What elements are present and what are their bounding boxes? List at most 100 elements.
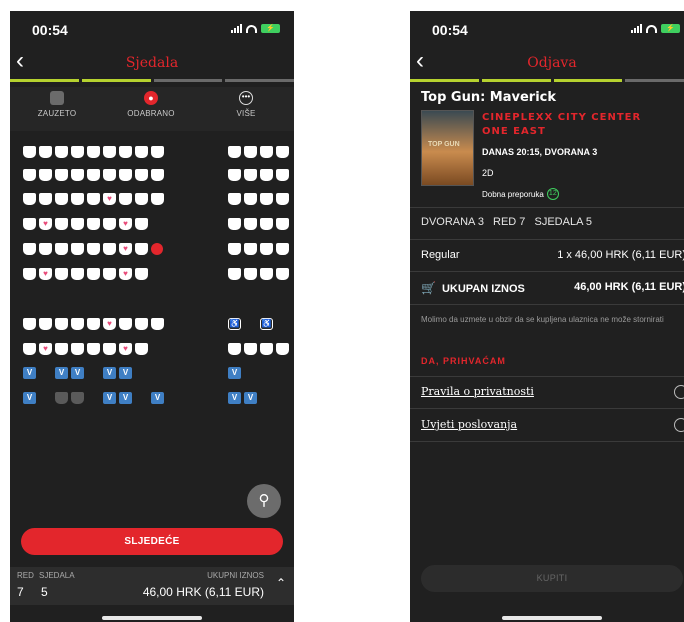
seat-couple[interactable]: ♥: [103, 193, 116, 205]
seat-available[interactable]: [103, 218, 116, 230]
seat-available[interactable]: [39, 146, 52, 158]
seat-available[interactable]: [135, 343, 148, 355]
seat-available[interactable]: [135, 193, 148, 205]
seat-available[interactable]: [119, 193, 132, 205]
seat-vip[interactable]: V: [228, 367, 241, 379]
chevron-up-icon[interactable]: ⌃: [276, 576, 286, 590]
seat-available[interactable]: [87, 343, 100, 355]
seat-available[interactable]: [244, 146, 257, 158]
seat-available[interactable]: [87, 268, 100, 280]
seat-available[interactable]: [244, 243, 257, 255]
seat-available[interactable]: [39, 169, 52, 181]
seat-vip[interactable]: V: [119, 367, 132, 379]
seat-available[interactable]: [87, 243, 100, 255]
seat-available[interactable]: [228, 193, 241, 205]
seat-available[interactable]: [71, 318, 84, 330]
seat-available[interactable]: [260, 243, 273, 255]
seat-available[interactable]: [244, 193, 257, 205]
seat-available[interactable]: [276, 193, 289, 205]
seat-couple[interactable]: ♥: [39, 268, 52, 280]
zoom-button[interactable]: ⚲: [247, 484, 281, 518]
seat-available[interactable]: [276, 343, 289, 355]
seat-available[interactable]: [87, 218, 100, 230]
seat-available[interactable]: [135, 218, 148, 230]
seat-available[interactable]: [228, 268, 241, 280]
seat-available[interactable]: [151, 169, 164, 181]
seat-available[interactable]: [39, 193, 52, 205]
seat-available[interactable]: [244, 218, 257, 230]
buy-button[interactable]: KUPITI: [421, 565, 683, 592]
seat-available[interactable]: [119, 318, 132, 330]
privacy-radio[interactable]: [674, 385, 684, 399]
seat-available[interactable]: [135, 169, 148, 181]
seat-available[interactable]: [71, 218, 84, 230]
seat-available[interactable]: [244, 268, 257, 280]
order-summary-bar[interactable]: RED SJEDALA UKUPNI IZNOS 7 5 46,00 HRK (…: [10, 567, 294, 605]
seat-available[interactable]: [87, 146, 100, 158]
seat-couple[interactable]: ♥: [119, 243, 132, 255]
seat-available[interactable]: [228, 146, 241, 158]
seat-available[interactable]: [119, 169, 132, 181]
seat-couple[interactable]: ♥: [119, 268, 132, 280]
seat-available[interactable]: [103, 243, 116, 255]
seat-available[interactable]: [228, 218, 241, 230]
seat-available[interactable]: [71, 146, 84, 158]
seat-available[interactable]: [71, 169, 84, 181]
seat-available[interactable]: [87, 318, 100, 330]
seat-available[interactable]: [103, 169, 116, 181]
seat-vip[interactable]: V: [71, 367, 84, 379]
seat-available[interactable]: [276, 268, 289, 280]
seat-available[interactable]: [55, 193, 68, 205]
seat-available[interactable]: [71, 243, 84, 255]
privacy-row[interactable]: Pravila o privatnosti: [421, 382, 684, 404]
seat-couple[interactable]: ♥: [103, 318, 116, 330]
legend-more[interactable]: ••• VIŠE: [211, 91, 281, 118]
seat-couple[interactable]: ♥: [119, 343, 132, 355]
seat-available[interactable]: [135, 318, 148, 330]
seat-vip[interactable]: V: [23, 392, 36, 404]
seat-available[interactable]: [71, 193, 84, 205]
seat-available[interactable]: [55, 146, 68, 158]
seat-available[interactable]: [55, 169, 68, 181]
seat-available[interactable]: [23, 318, 36, 330]
seat-available[interactable]: [135, 243, 148, 255]
seat-available[interactable]: [87, 169, 100, 181]
seat-available[interactable]: [55, 243, 68, 255]
seat-vip[interactable]: V: [228, 392, 241, 404]
seat-available[interactable]: [103, 268, 116, 280]
seat-available[interactable]: [260, 268, 273, 280]
seat-available[interactable]: [260, 169, 273, 181]
seat-available[interactable]: [276, 146, 289, 158]
seat-available[interactable]: [260, 146, 273, 158]
seat-vip[interactable]: V: [151, 392, 164, 404]
seat-available[interactable]: [71, 268, 84, 280]
seat-couple[interactable]: ♥: [39, 218, 52, 230]
next-button[interactable]: SLJEDEĆE: [21, 528, 283, 555]
seat-available[interactable]: [276, 169, 289, 181]
seat-available[interactable]: [55, 343, 68, 355]
seat-available[interactable]: [23, 169, 36, 181]
seat-wheelchair[interactable]: ♿: [260, 318, 273, 330]
seat-vip[interactable]: V: [23, 367, 36, 379]
terms-link[interactable]: Uvjeti poslovanja: [421, 418, 517, 431]
seat-available[interactable]: [135, 146, 148, 158]
seat-selected[interactable]: [151, 243, 163, 255]
terms-radio[interactable]: [674, 418, 684, 432]
seat-available[interactable]: [71, 343, 84, 355]
seat-available[interactable]: [260, 218, 273, 230]
seat-available[interactable]: [23, 343, 36, 355]
accept-terms-button[interactable]: DA, PRIHVAĆAM: [421, 356, 506, 366]
privacy-link[interactable]: Pravila o privatnosti: [421, 385, 534, 398]
seat-vip[interactable]: V: [244, 392, 257, 404]
seat-available[interactable]: [151, 318, 164, 330]
seat-available[interactable]: [135, 268, 148, 280]
seat-available[interactable]: [23, 146, 36, 158]
seat-available[interactable]: [55, 218, 68, 230]
seat-available[interactable]: [23, 243, 36, 255]
seat-available[interactable]: [119, 146, 132, 158]
seat-available[interactable]: [39, 318, 52, 330]
seat-vip[interactable]: V: [119, 392, 132, 404]
seat-available[interactable]: [23, 268, 36, 280]
seat-available[interactable]: [55, 318, 68, 330]
seat-available[interactable]: [23, 193, 36, 205]
